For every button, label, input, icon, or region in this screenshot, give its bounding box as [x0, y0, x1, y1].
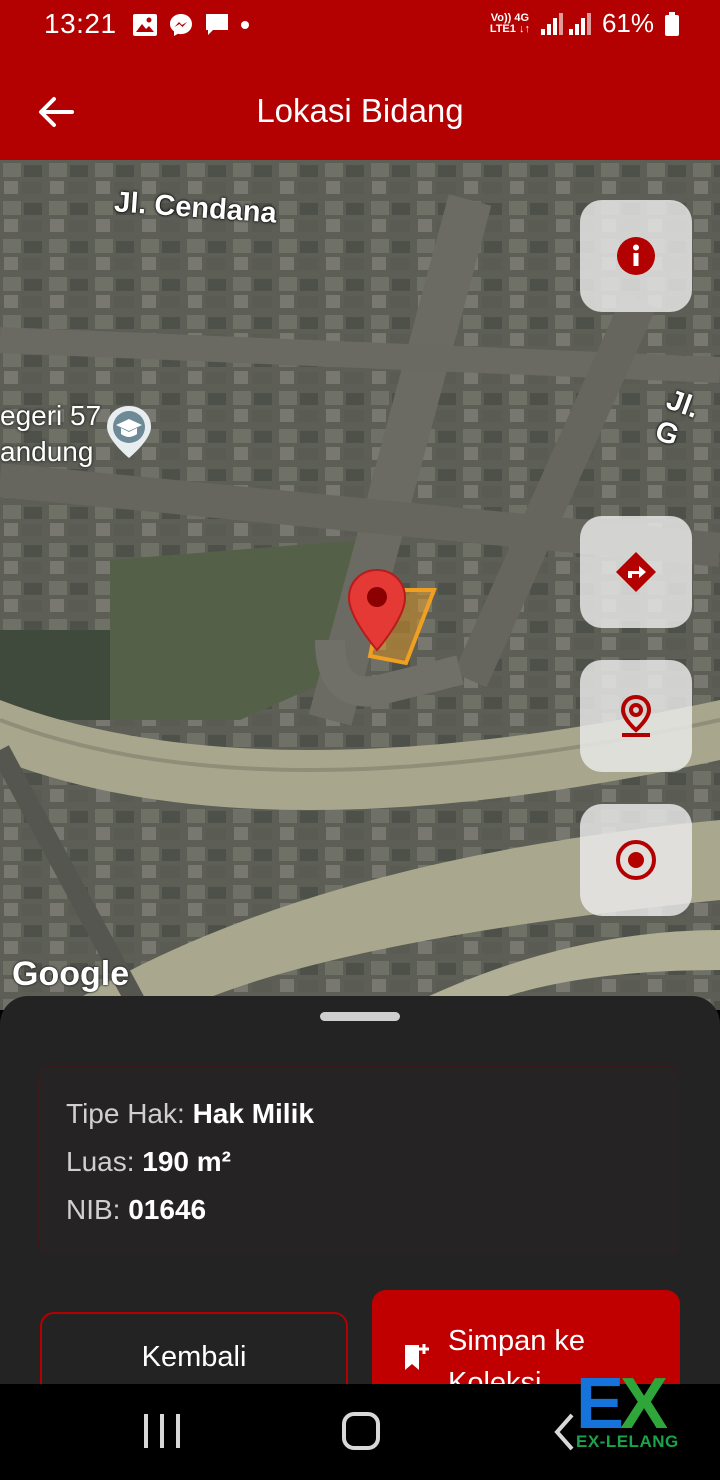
- luas-value: 190 m²: [142, 1146, 231, 1177]
- tipe-hak-row: Tipe Hak: Hak Milik: [66, 1098, 314, 1130]
- messenger-icon: [170, 14, 192, 36]
- google-attribution: Google: [12, 955, 130, 993]
- network-type: Vo)) 4G LTE1 ↓↑: [489, 11, 530, 35]
- tipe-hak-label: Tipe Hak:: [66, 1098, 193, 1129]
- location-marker-icon[interactable]: [346, 568, 408, 652]
- home-button[interactable]: [342, 1412, 380, 1450]
- directions-button[interactable]: [580, 516, 692, 628]
- chat-icon: [206, 14, 228, 35]
- info-button[interactable]: [580, 200, 692, 312]
- map-view[interactable]: Jl. Cendana Jl. G egeri 57 andung Google: [0, 160, 720, 1010]
- battery-icon: [665, 11, 679, 36]
- my-location-button[interactable]: [580, 804, 692, 916]
- sheet-drag-handle[interactable]: [320, 1012, 400, 1021]
- school-marker-icon[interactable]: [104, 404, 154, 460]
- directions-icon: [616, 552, 656, 592]
- target-icon: [616, 840, 656, 880]
- recent-apps-button[interactable]: [144, 1414, 180, 1448]
- luas-label: Luas:: [66, 1146, 143, 1177]
- signal-icon: [540, 12, 591, 35]
- luas-row: Luas: 190 m²: [66, 1146, 231, 1178]
- nav-back-icon[interactable]: [552, 1412, 576, 1452]
- bookmark-add-icon: [405, 1344, 429, 1370]
- school-label: egeri 57 andung: [0, 400, 102, 467]
- gallery-icon: [133, 14, 157, 36]
- app-header: 13:21 Vo)) 4G LTE1 ↓↑ 61% Lokasi Bidang: [0, 0, 720, 160]
- page-title: Lokasi Bidang: [256, 92, 464, 129]
- nib-row: NIB: 01646: [66, 1194, 206, 1226]
- nib-label: NIB:: [66, 1194, 129, 1225]
- status-right: Vo)) 4G LTE1 ↓↑ 61%: [490, 8, 680, 39]
- location-pin-button[interactable]: [580, 660, 692, 772]
- status-time: 13:21: [44, 8, 117, 39]
- ex-lelang-logo: EX EX-LELANG: [576, 1364, 679, 1451]
- notification-icons: [132, 12, 250, 38]
- battery-percent: 61%: [601, 8, 654, 38]
- info-icon: [617, 237, 655, 275]
- nib-value: 01646: [128, 1194, 207, 1225]
- status-bar: 13:21 Vo)) 4G LTE1 ↓↑ 61%: [0, 0, 720, 52]
- location-pin-icon: [620, 694, 652, 737]
- tipe-hak-value: Hak Milik: [192, 1098, 314, 1129]
- dot-icon: [241, 21, 249, 29]
